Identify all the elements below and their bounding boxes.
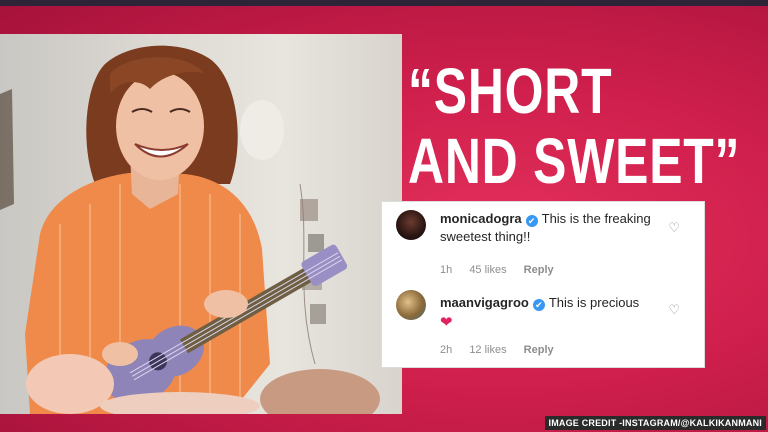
comment-time[interactable]: 1h	[440, 264, 452, 276]
verified-icon: ✔	[532, 299, 545, 311]
comment-body: monicadogra ✔ This is the freaking sweetes…	[440, 210, 660, 246]
comment-username[interactable]: maanvigagroo	[440, 295, 529, 310]
headline-line-1: “SHORT	[408, 55, 613, 127]
image-credit: IMAGE CREDIT -INSTAGRAM/@KALKIKANMANI	[544, 416, 766, 430]
comment-text: This is precious	[548, 295, 640, 310]
comment-likes[interactable]: 12 likes	[469, 344, 506, 356]
comment-time[interactable]: 2h	[440, 344, 452, 356]
headline: “SHORT AND SWEET”	[408, 55, 741, 197]
reply-button[interactable]: Reply	[524, 344, 554, 356]
headline-line-2: AND SWEET”	[408, 125, 741, 197]
comment-body: maanvigagroo ✔ This is precious ❤	[440, 294, 660, 332]
heart-emoji-icon: ❤	[440, 314, 453, 331]
instagram-comments-card: monicadogra ✔ This is the freaking sweetes…	[381, 201, 705, 368]
comment-likes[interactable]: 45 likes	[469, 264, 506, 276]
reply-button[interactable]: Reply	[524, 264, 554, 276]
heart-outline-icon[interactable]: ♡	[668, 302, 680, 318]
avatar[interactable]	[396, 210, 426, 240]
avatar[interactable]	[396, 290, 426, 320]
photo-illustration	[0, 45, 380, 414]
comment-meta: 2h 12 likes Reply	[440, 344, 568, 356]
comment-meta: 1h 45 likes Reply	[440, 264, 568, 276]
verified-icon: ✔	[525, 215, 538, 227]
top-strip	[0, 0, 768, 6]
instagram-photo	[0, 34, 402, 414]
comment-username[interactable]: monicadogra	[440, 211, 522, 226]
heart-outline-icon[interactable]: ♡	[668, 220, 680, 236]
